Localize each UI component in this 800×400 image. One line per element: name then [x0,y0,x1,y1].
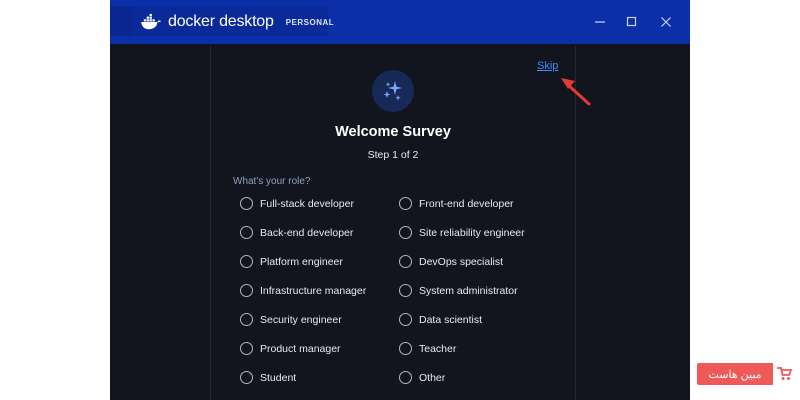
role-option-label: Front-end developer [419,197,514,210]
role-option-label: Platform engineer [260,255,343,268]
radio-button[interactable] [240,255,253,268]
maximize-icon [626,16,637,27]
role-option-label: Product manager [260,342,341,355]
radio-button[interactable] [240,197,253,210]
role-option-student[interactable]: Student [240,371,296,384]
minimize-button[interactable] [590,12,610,32]
survey-title: Welcome Survey [335,124,451,140]
role-option-label: Full-stack developer [260,197,354,210]
role-option-security-engineer[interactable]: Security engineer [240,313,342,326]
role-option-label: Student [260,371,297,384]
role-option-label: DevOps specialist [419,255,504,268]
welcome-survey-panel: Skip Welcome Survey Step 1 of 2 What's y… [210,46,591,400]
role-option-label: Site reliability engineer [419,226,525,239]
radio-button[interactable] [240,226,253,239]
sparkles-logo-icon [372,70,414,112]
app-name: docker desktop [168,13,274,30]
radio-button[interactable] [399,255,412,268]
title-bar-left-block [110,6,132,36]
radio-button[interactable] [240,371,253,384]
radio-button[interactable] [399,313,412,326]
radio-button[interactable] [399,197,412,210]
close-icon [661,17,671,27]
role-option-full-stack-developer[interactable]: Full-stack developer [240,197,354,210]
radio-button[interactable] [399,226,412,239]
radio-button[interactable] [240,284,253,297]
edition-badge: PERSONAL [285,17,335,27]
role-option-other[interactable]: Other [399,371,445,384]
docker-whale-icon [141,13,161,30]
radio-button[interactable] [399,342,412,355]
app-brand: docker desktop PERSONAL [140,10,334,34]
step-indicator: Step 1 of 2 [367,149,419,161]
role-option-label: Back-end developer [260,226,354,239]
minimize-icon [595,21,605,23]
title-bar: docker desktop PERSONAL [110,0,690,44]
docker-desktop-window: docker desktop PERSONAL Skip Welcome Sur… [110,0,690,400]
annotation-arrow-icon [561,78,591,106]
radio-button[interactable] [240,313,253,326]
role-option-label: Teacher [419,342,457,355]
maximize-button[interactable] [622,12,642,32]
role-option-product-manager[interactable]: Product manager [240,342,341,355]
radio-button[interactable] [399,371,412,384]
role-option-label: Data scientist [419,313,483,326]
watermark: مبین هاست [697,362,800,386]
watermark-text: مبین هاست [697,363,773,385]
role-option-system-administrator[interactable]: System administrator [399,284,518,297]
role-option-front-end-developer[interactable]: Front-end developer [399,197,514,210]
role-option-devops-specialist[interactable]: DevOps specialist [399,255,503,268]
role-option-back-end-developer[interactable]: Back-end developer [240,226,353,239]
watermark-logo-icon [773,363,795,385]
role-option-site-reliability-engineer[interactable]: Site reliability engineer [399,226,525,239]
role-option-platform-engineer[interactable]: Platform engineer [240,255,343,268]
radio-button[interactable] [399,284,412,297]
role-option-label: Other [419,371,446,384]
role-option-label: Infrastructure manager [260,284,367,297]
radio-button[interactable] [240,342,253,355]
role-option-label: Security engineer [260,313,342,326]
role-option-teacher[interactable]: Teacher [399,342,456,355]
role-option-data-scientist[interactable]: Data scientist [399,313,482,326]
role-option-infrastructure-manager[interactable]: Infrastructure manager [240,284,366,297]
close-button[interactable] [656,12,676,32]
role-question: What's your role? [233,176,311,187]
role-option-label: System administrator [419,284,518,297]
